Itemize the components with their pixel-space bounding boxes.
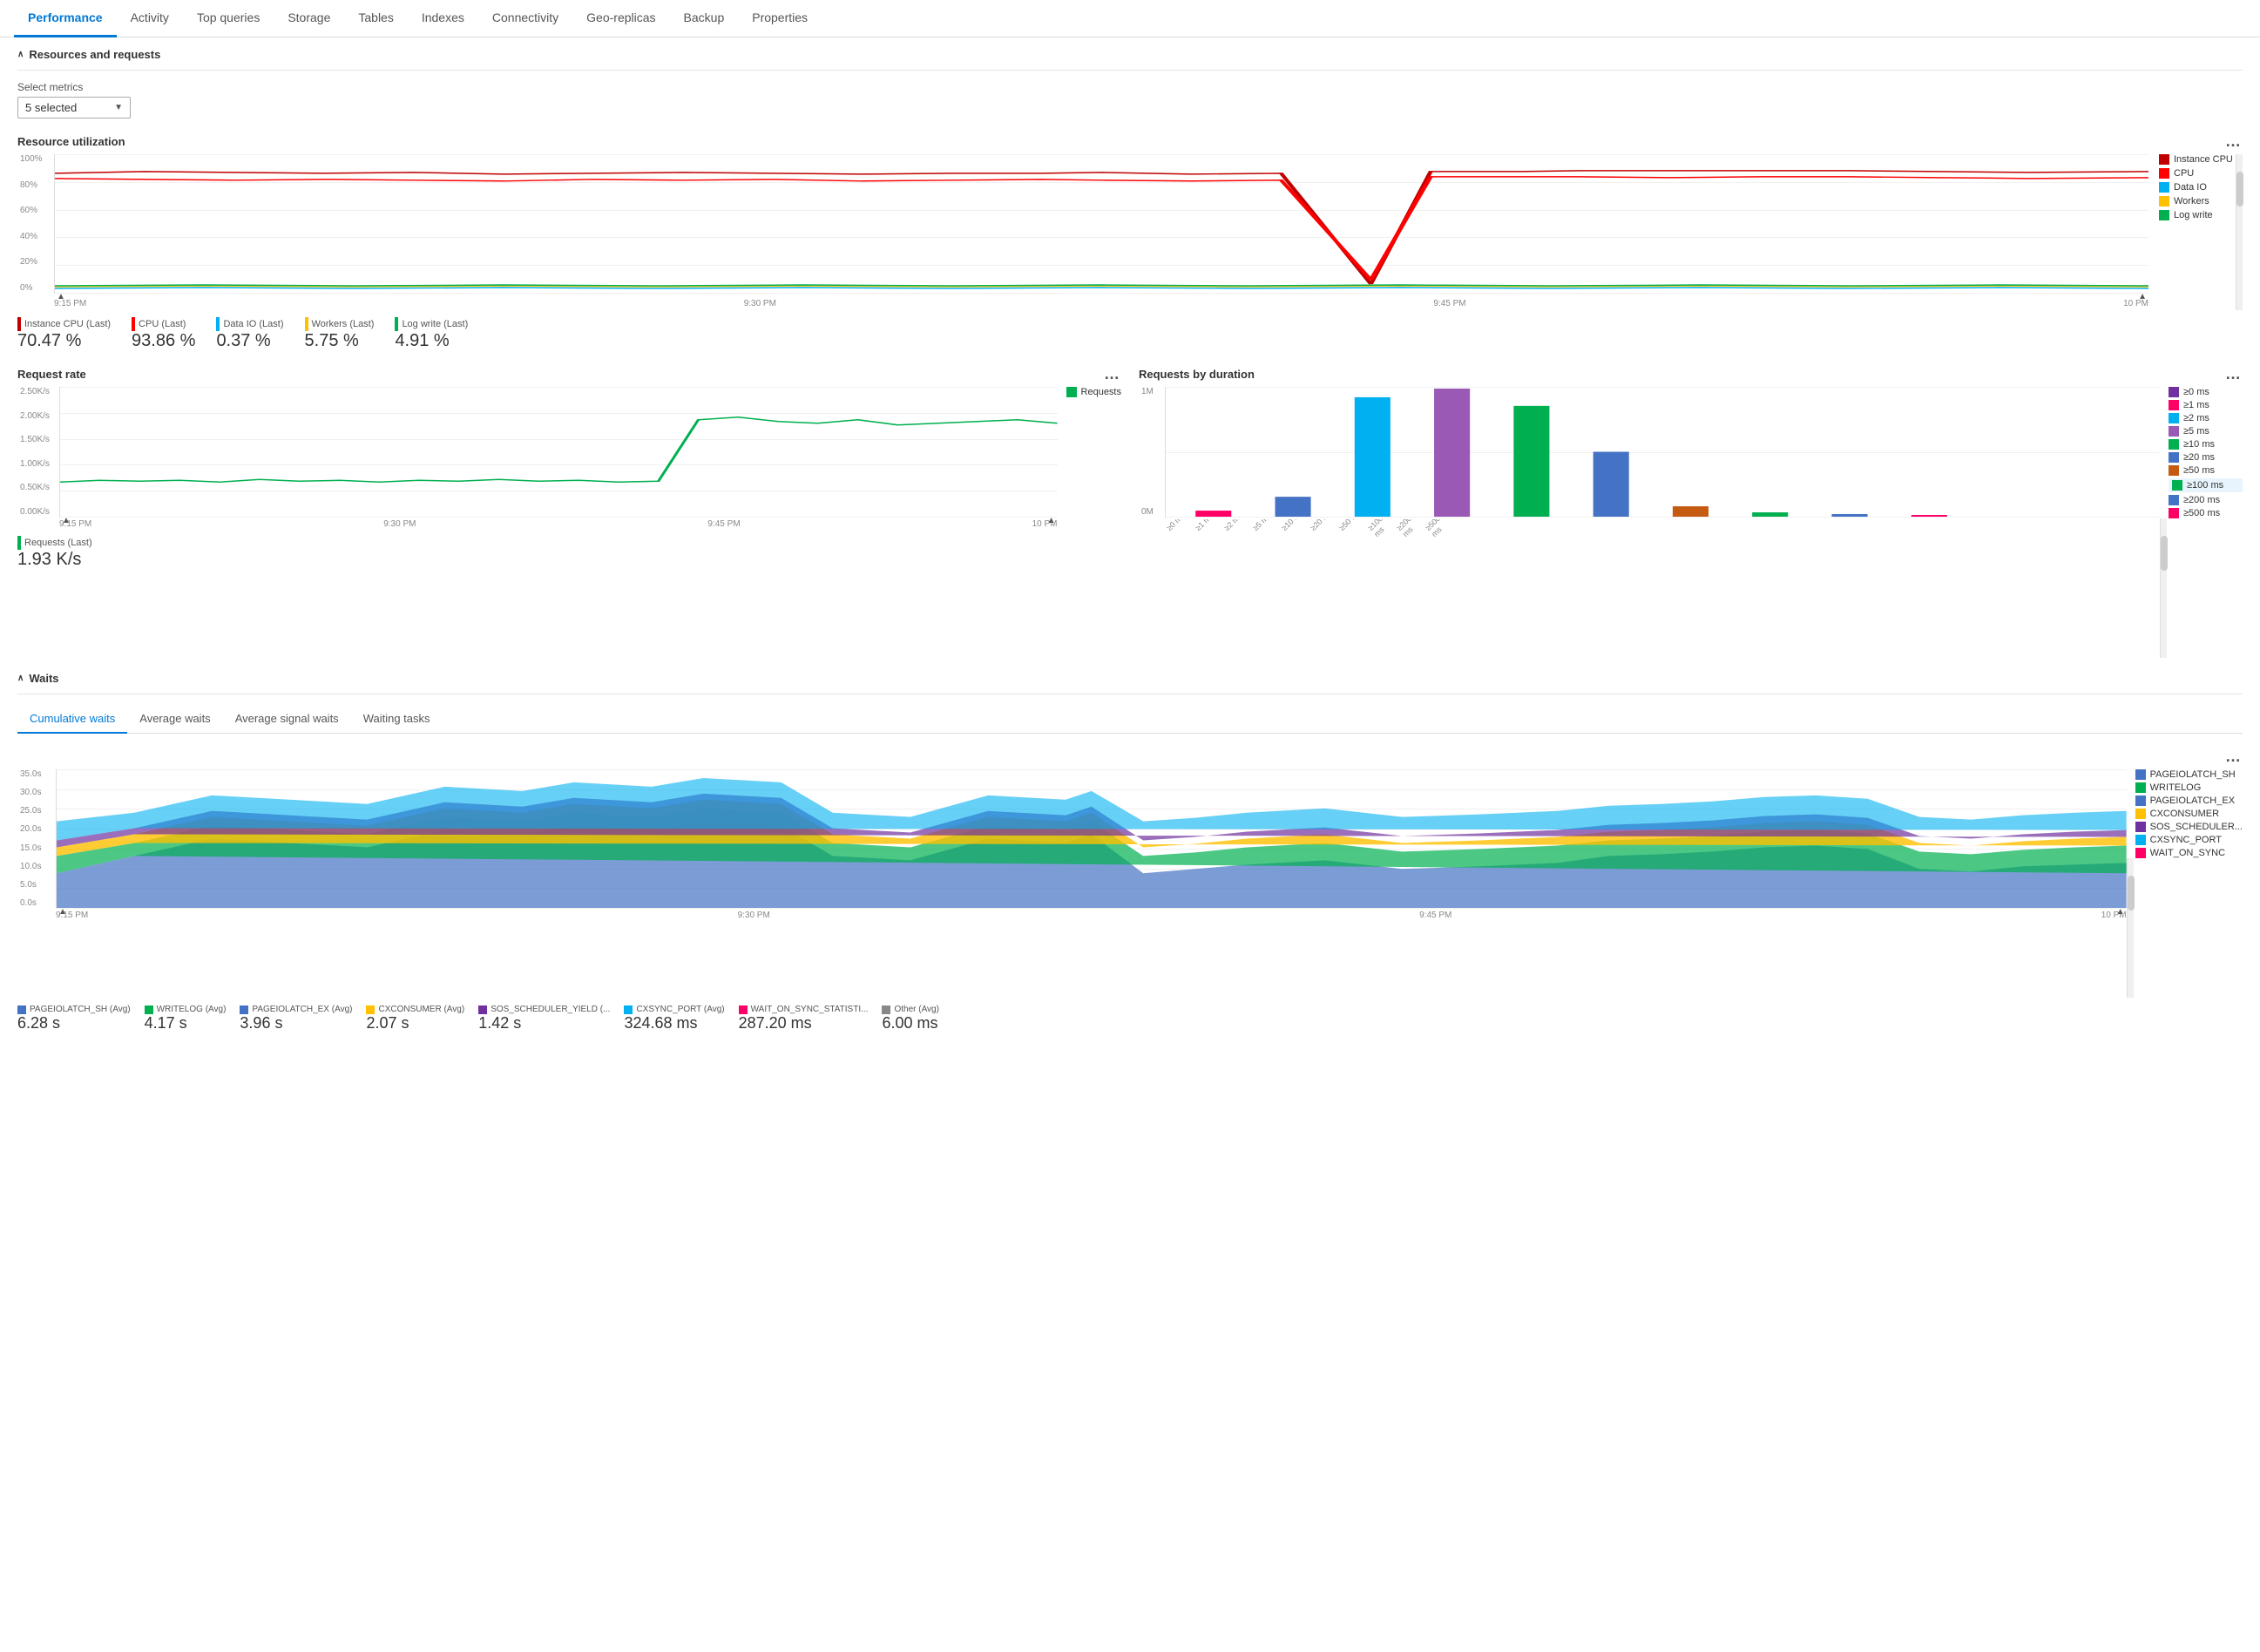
wait-stat-sos-scheduler: SOS_SCHEDULER_YIELD (... 1.42 s [478, 1005, 610, 1032]
select-metrics-label: Select metrics [17, 81, 2243, 93]
wait-stat-pageiolatch-sh: PAGEIOLATCH_SH (Avg) 6.28 s [17, 1005, 131, 1032]
wait-stat-wait-on-sync: WAIT_ON_SYNC_STATISTI... 287.20 ms [739, 1005, 869, 1032]
nav-tab-tables[interactable]: Tables [344, 0, 407, 37]
nav-tab-storage[interactable]: Storage [274, 0, 344, 37]
request-rate-chart: 2.50K/s 2.00K/s 1.50K/s 1.00K/s 0.50K/s … [59, 387, 1058, 518]
collapse-chevron: ∧ [17, 50, 24, 59]
wait-stat-writelog: WRITELOG (Avg) 4.17 s [145, 1005, 227, 1032]
nav-tab-properties[interactable]: Properties [738, 0, 822, 37]
wait-stat-other: Other (Avg) 6.00 ms [882, 1005, 939, 1032]
cumulative-waits-legend: PAGEIOLATCH_SH WRITELOG PAGEIOLATCH_EX C… [2127, 769, 2243, 858]
waits-section: ∧ Waits Cumulative waits Average waits A… [17, 672, 2243, 1032]
nav-tab-indexes[interactable]: Indexes [408, 0, 478, 37]
nav-tab-performance[interactable]: Performance [14, 0, 117, 37]
tab-average-waits[interactable]: Average waits [127, 705, 222, 734]
waits-collapse-chevron: ∧ [17, 674, 24, 683]
cumulative-waits-more-icon[interactable]: … [2225, 748, 2243, 766]
tab-cumulative-waits[interactable]: Cumulative waits [17, 705, 127, 734]
waits-section-title: Waits [29, 672, 58, 685]
requests-duration-section: Requests by duration … 1M 0M [1139, 365, 2243, 658]
tab-waiting-tasks[interactable]: Waiting tasks [351, 705, 443, 734]
nav-tab-geo-replicas[interactable]: Geo-replicas [572, 0, 669, 37]
requests-stat: Requests (Last) 1.93 K/s [17, 536, 1121, 570]
select-metrics-value: 5 selected [25, 101, 77, 114]
request-rate-section: Request rate … 2.50K/s [17, 365, 1121, 658]
chevron-down-icon: ▼ [114, 103, 123, 112]
request-rate-legend: Requests [1058, 387, 1121, 531]
resource-chart-title: Resource utilization [17, 135, 125, 148]
nav-tab-activity[interactable]: Activity [117, 0, 183, 37]
resource-utilization-chart: 100% 80% 60% 40% 20% 0% [54, 154, 2148, 294]
cumulative-waits-x-labels: 9:15 PM 9:30 PM 9:45 PM 10 PM [56, 909, 2127, 922]
stat-log-write: Log write (Last) 4.91 % [395, 317, 468, 351]
resource-chart-more-icon[interactable]: … [2225, 132, 2243, 151]
requests-duration-legend: ≥0 ms ≥1 ms ≥2 ms ≥5 ms ≥10 ms ≥20 ms ≥5… [2160, 387, 2243, 518]
nav-tab-backup[interactable]: Backup [670, 0, 739, 37]
wait-stats-row: PAGEIOLATCH_SH (Avg) 6.28 s WRITELOG (Av… [17, 1005, 2243, 1032]
wait-stat-pageiolatch-ex: PAGEIOLATCH_EX (Avg) 3.96 s [240, 1005, 352, 1032]
waits-section-header[interactable]: ∧ Waits [17, 672, 2243, 685]
requests-duration-title: Requests by duration [1139, 368, 1255, 381]
tab-average-signal-waits[interactable]: Average signal waits [223, 705, 351, 734]
cumulative-waits-chart: 35.0s 30.0s 25.0s 20.0s 15.0s 10.0s 5.0s… [56, 769, 2127, 909]
wait-stat-cxconsumer: CXCONSUMER (Avg) 2.07 s [366, 1005, 464, 1032]
stat-cpu: CPU (Last) 93.86 % [132, 317, 195, 351]
resource-stats-row: Instance CPU (Last) 70.47 % CPU (Last) 9… [17, 317, 2243, 351]
wait-stat-cxsync-port: CXSYNC_PORT (Avg) 324.68 ms [624, 1005, 724, 1032]
requests-duration-more-icon[interactable]: … [2225, 365, 2243, 383]
resource-chart-x-labels: 9:15 PM 9:30 PM 9:45 PM 10 PM [54, 297, 2148, 310]
waits-tabs: Cumulative waits Average waits Average s… [17, 705, 2243, 734]
nav-tab-top-queries[interactable]: Top queries [183, 0, 274, 37]
nav-tabs: PerformanceActivityTop queriesStorageTab… [0, 0, 2260, 37]
select-metrics-dropdown[interactable]: 5 selected ▼ [17, 97, 131, 118]
requests-duration-chart: 1M 0M [1165, 387, 2160, 518]
stat-instance-cpu: Instance CPU (Last) 70.47 % [17, 317, 111, 351]
resources-section-header[interactable]: ∧ Resources and requests [17, 48, 2243, 61]
request-rate-more-icon[interactable]: … [1104, 365, 1121, 383]
stat-workers: Workers (Last) 5.75 % [305, 317, 375, 351]
resource-chart-legend: Instance CPU CPU Data IO Workers Log wri… [2148, 154, 2236, 310]
select-metrics-container: Select metrics 5 selected ▼ [17, 81, 2243, 118]
nav-tab-connectivity[interactable]: Connectivity [478, 0, 572, 37]
resources-section: ∧ Resources and requests Select metrics … [17, 48, 2243, 658]
resources-section-title: Resources and requests [29, 48, 160, 61]
request-rate-title: Request rate [17, 368, 86, 381]
request-rate-x-labels: 9:15 PM 9:30 PM 9:45 PM 10 PM [59, 518, 1058, 531]
stat-data-io: Data IO (Last) 0.37 % [216, 317, 283, 351]
